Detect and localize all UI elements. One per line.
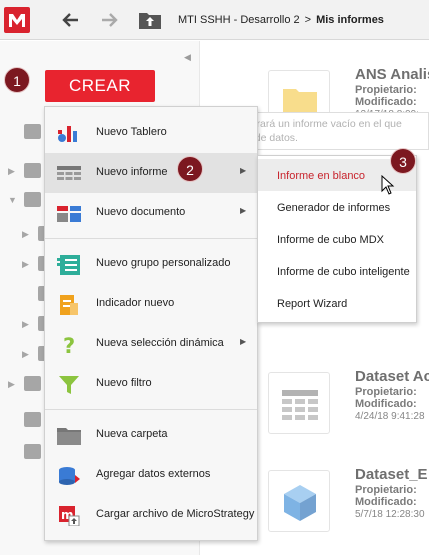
- breadcrumb-current: Mis informes: [316, 14, 384, 26]
- folder-icon: [57, 426, 81, 446]
- create-menu: Nuevo Tablero Nuevo informe ▶ Nuevo docu…: [44, 106, 258, 541]
- upload-file-icon: m: [57, 506, 81, 527]
- submenu-item-report-wizard[interactable]: Report Wizard: [258, 287, 416, 319]
- submenu-arrow-icon: ▶: [240, 166, 247, 175]
- database-icon: [57, 466, 81, 486]
- submenu-arrow-icon: ▶: [240, 337, 247, 346]
- menu-item-new-dynamic-selection[interactable]: ? Nueva selección dinámica ▶: [45, 324, 257, 364]
- menu-item-label: Nuevo Tablero: [96, 126, 167, 138]
- svg-text:?: ?: [63, 335, 75, 355]
- dashboard-icon: [57, 124, 81, 144]
- step-badge-1: 1: [4, 67, 30, 93]
- breadcrumb-separator: >: [304, 14, 312, 26]
- menu-item-label: Nueva selección dinámica: [96, 337, 224, 349]
- submenu-item-label: Informe en blanco: [277, 170, 366, 182]
- top-toolbar: MTI SSHH - Desarrollo 2 > Mis informes: [0, 0, 429, 40]
- submenu-item-mdx-cube-report[interactable]: Informe de cubo MDX: [258, 223, 416, 255]
- menu-item-new-folder[interactable]: Nueva carpeta: [45, 415, 257, 455]
- menu-item-upload-mstr-file[interactable]: m Cargar archivo de MicroStrategy: [45, 495, 257, 535]
- menu-item-new-filter[interactable]: Nuevo filtro: [45, 364, 257, 404]
- menu-item-new-document[interactable]: Nuevo documento ▶: [45, 193, 257, 233]
- question-mark-icon: ?: [57, 334, 81, 358]
- submenu-item-label: Informe de cubo inteligente: [277, 266, 410, 278]
- submenu-item-label: Generador de informes: [277, 202, 391, 214]
- menu-item-label: Nuevo grupo personalizado: [96, 257, 231, 269]
- back-arrow-icon[interactable]: [60, 9, 82, 31]
- mouse-cursor-icon: [381, 174, 395, 200]
- menu-divider: [45, 409, 257, 410]
- menu-item-label: Nuevo documento: [96, 206, 186, 218]
- menu-item-label: Nuevo informe: [96, 166, 168, 178]
- microstrategy-logo-icon[interactable]: [4, 7, 30, 33]
- custom-group-icon: [57, 255, 81, 275]
- menu-item-new-custom-group[interactable]: Nuevo grupo personalizado: [45, 244, 257, 284]
- menu-item-label: Nueva carpeta: [96, 428, 168, 440]
- create-button[interactable]: CREAR: [45, 70, 155, 102]
- menu-item-add-external-data[interactable]: Agregar datos externos: [45, 455, 257, 495]
- breadcrumb-project[interactable]: MTI SSHH - Desarrollo 2: [178, 14, 300, 26]
- submenu-item-label: Report Wizard: [277, 298, 348, 310]
- document-layout-icon: [57, 204, 81, 224]
- menu-item-label: Indicador nuevo: [96, 297, 175, 309]
- breadcrumb: MTI SSHH - Desarrollo 2 > Mis informes: [178, 14, 384, 26]
- forward-arrow-icon[interactable]: [98, 9, 120, 31]
- metric-icon: [57, 295, 81, 315]
- submenu-item-intelligent-cube-report[interactable]: Informe de cubo inteligente: [258, 255, 416, 287]
- menu-item-label: Nuevo filtro: [96, 377, 152, 389]
- menu-divider: [45, 238, 257, 239]
- filter-funnel-icon: [57, 375, 81, 395]
- submenu-arrow-icon: ▶: [240, 206, 247, 215]
- step-badge-2: 2: [177, 156, 203, 182]
- menu-item-new-dashboard[interactable]: Nuevo Tablero: [45, 113, 257, 153]
- submenu-item-label: Informe de cubo MDX: [277, 234, 384, 246]
- menu-item-label: Cargar archivo de MicroStrategy: [96, 508, 255, 520]
- parent-folder-icon[interactable]: [138, 8, 162, 32]
- menu-item-new-report[interactable]: Nuevo informe ▶: [45, 153, 257, 193]
- step-badge-3: 3: [390, 148, 416, 174]
- menu-item-new-metric[interactable]: Indicador nuevo: [45, 284, 257, 324]
- grid-report-icon: [57, 164, 81, 184]
- menu-item-label: Agregar datos externos: [96, 468, 211, 480]
